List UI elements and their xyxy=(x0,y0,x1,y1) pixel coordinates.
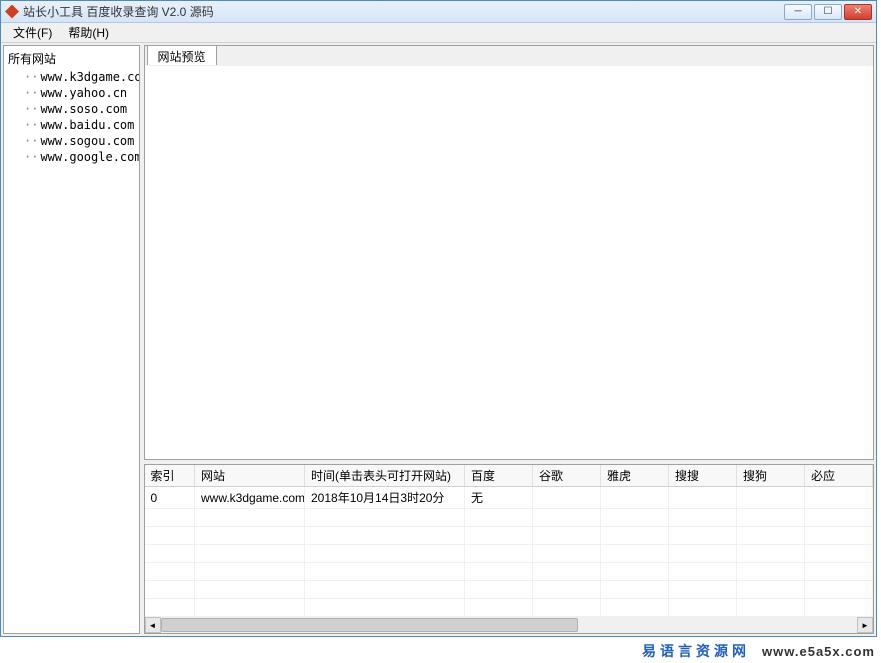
scroll-track[interactable] xyxy=(161,617,858,633)
tree-item[interactable]: www.yahoo.cn xyxy=(6,85,137,101)
cell-time: 2018年10月14日3时20分 xyxy=(305,487,465,509)
tree-item[interactable]: www.k3dgame.com xyxy=(6,69,137,85)
tree-item[interactable]: www.baidu.com xyxy=(6,117,137,133)
col-header-sogou[interactable]: 搜狗 xyxy=(737,465,805,487)
scroll-thumb[interactable] xyxy=(161,618,579,632)
col-header-soso[interactable]: 搜搜 xyxy=(669,465,737,487)
table-row xyxy=(145,563,873,581)
tab-preview[interactable]: 网站预览 xyxy=(147,45,217,65)
cell-index: 0 xyxy=(145,487,195,509)
menu-file[interactable]: 文件(F) xyxy=(5,22,60,43)
col-header-site[interactable]: 网站 xyxy=(195,465,305,487)
cell-google xyxy=(533,487,601,509)
menu-help[interactable]: 帮助(H) xyxy=(60,22,117,43)
cell-site: www.k3dgame.com xyxy=(195,487,305,509)
horizontal-scrollbar[interactable]: ◄ ► xyxy=(145,617,874,633)
col-header-google[interactable]: 谷歌 xyxy=(533,465,601,487)
cell-baidu: 无 xyxy=(465,487,533,509)
results-grid: 索引 网站 时间(单击表头可打开网站) 百度 谷歌 雅虎 搜搜 搜狗 必应 xyxy=(144,464,875,634)
window-controls: ─ ☐ ✕ xyxy=(784,4,872,20)
minimize-button[interactable]: ─ xyxy=(784,4,812,20)
tree-item[interactable]: www.soso.com xyxy=(6,101,137,117)
col-header-index[interactable]: 索引 xyxy=(145,465,195,487)
table-row xyxy=(145,545,873,563)
col-header-bing[interactable]: 必应 xyxy=(805,465,873,487)
app-window: 站长小工具 百度收录查询 V2.0 源码 ─ ☐ ✕ 文件(F) 帮助(H) 所… xyxy=(0,0,877,637)
cell-soso xyxy=(669,487,737,509)
cell-sogou xyxy=(737,487,805,509)
table-row xyxy=(145,527,873,545)
preview-panel: 网站预览 xyxy=(144,45,875,460)
col-header-baidu[interactable]: 百度 xyxy=(465,465,533,487)
sidebar: 所有网站 www.k3dgame.com www.yahoo.cn www.so… xyxy=(3,45,140,634)
table-row xyxy=(145,509,873,527)
scroll-left-button[interactable]: ◄ xyxy=(145,617,161,633)
titlebar[interactable]: 站长小工具 百度收录查询 V2.0 源码 ─ ☐ ✕ xyxy=(1,1,876,23)
table-row[interactable]: 0 www.k3dgame.com 2018年10月14日3时20分 无 xyxy=(145,487,873,509)
main-area: 网站预览 索引 网站 时间(单击表头可打开网站) 百度 谷歌 雅虎 搜搜 xyxy=(144,45,875,634)
window-title: 站长小工具 百度收录查询 V2.0 源码 xyxy=(23,3,784,20)
watermark-name: 易语言资源网 xyxy=(642,641,750,661)
watermark: 易语言资源网 www.e5a5x.com xyxy=(642,641,875,661)
cell-yahoo xyxy=(601,487,669,509)
tree-item[interactable]: www.google.com xyxy=(6,149,137,165)
col-header-time[interactable]: 时间(单击表头可打开网站) xyxy=(305,465,465,487)
scroll-right-button[interactable]: ► xyxy=(857,617,873,633)
watermark-url: www.e5a5x.com xyxy=(762,644,875,659)
table-row xyxy=(145,599,873,617)
tree-item[interactable]: www.sogou.com xyxy=(6,133,137,149)
content-area: 所有网站 www.k3dgame.com www.yahoo.cn www.so… xyxy=(1,43,876,636)
preview-content xyxy=(145,66,874,459)
close-button[interactable]: ✕ xyxy=(844,4,872,20)
cell-bing xyxy=(805,487,873,509)
app-icon xyxy=(5,5,19,19)
tab-header: 网站预览 xyxy=(145,46,874,66)
menubar: 文件(F) 帮助(H) xyxy=(1,23,876,43)
maximize-button[interactable]: ☐ xyxy=(814,4,842,20)
tree-root[interactable]: 所有网站 xyxy=(6,48,137,69)
grid-table: 索引 网站 时间(单击表头可打开网站) 百度 谷歌 雅虎 搜搜 搜狗 必应 xyxy=(145,465,874,617)
table-row xyxy=(145,581,873,599)
col-header-yahoo[interactable]: 雅虎 xyxy=(601,465,669,487)
